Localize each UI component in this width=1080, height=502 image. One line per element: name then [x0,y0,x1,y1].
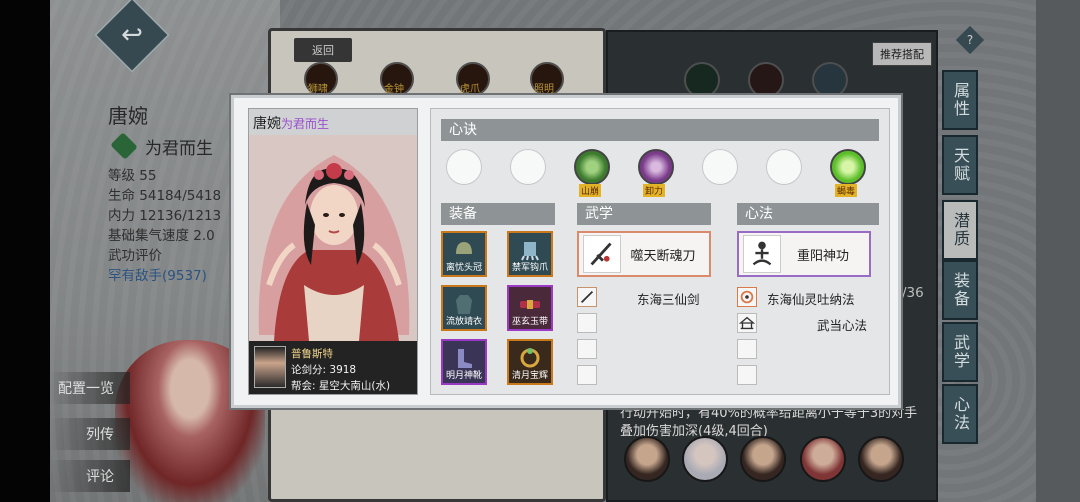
martial-slot-empty[interactable] [577,365,597,385]
guild-value: 星空大南山(水) [318,380,391,392]
xinfa-header: 心法 [737,203,879,225]
xinjue-header: 心诀 [441,119,879,141]
equipment-header: 装备 [441,203,555,225]
xinfa-main-slot[interactable]: 重阳神功 [737,231,871,277]
guild-row: 帮会: 星空大南山(水) [291,378,390,393]
loadout-popup: 唐婉为君而生 普鲁斯特 论剑分: 3918 帮会: 星空大南山(水) 心诀 山崩… [231,95,901,408]
xinjue-label: 卸力 [643,184,666,197]
skull-icon[interactable] [830,149,866,185]
sword-icon[interactable] [577,287,597,307]
equip-label: 清月宝辉 [511,371,548,381]
card-character-name: 唐婉 [253,116,281,132]
player-info: 普鲁斯特 论剑分: 3918 帮会: 星空大南山(水) [249,341,417,394]
card-header: 唐婉为君而生 [253,113,329,133]
equip-label: 巫玄玉带 [511,317,548,327]
game-screen: ↩ 唐婉 为君而生 等级 55 生命 54184/5418 内力 12136/1… [0,0,1080,502]
equip-label: 流放靖衣 [445,317,482,327]
swirl-icon[interactable] [638,149,674,185]
blade-icon [583,235,621,273]
xinfa-slot-empty[interactable] [737,365,757,385]
sword-score-value: 3918 [329,364,357,376]
equip-label: 离忧头冠 [445,263,482,273]
character-card: 唐婉为君而生 普鲁斯特 论剑分: 3918 帮会: 星空大南山(水) [248,108,418,395]
equip-label: 明月神靴 [445,371,482,381]
character-illustration [249,135,417,341]
xinfa-main-label: 重阳神功 [796,248,849,264]
equip-slot-robe[interactable]: 流放靖衣 [441,285,487,331]
helmet-icon [456,242,472,254]
martial-slot-empty[interactable] [577,339,597,359]
mountain-icon[interactable] [574,149,610,185]
meditation-icon [743,235,781,273]
martial-main-slot[interactable]: 噬天断魂刀 [577,231,711,277]
equip-slot-boots[interactable]: 明月神靴 [441,339,487,385]
sword-score-label: 论剑分: [291,364,327,376]
wave-emblem-icon[interactable] [737,287,757,307]
equip-label: 禁军钩爪 [511,263,548,273]
martial-slot-empty[interactable] [577,313,597,333]
guild-label: 帮会: [291,380,316,392]
xinjue-slot-empty[interactable] [510,149,546,185]
equip-slot-claw[interactable]: 禁军钩爪 [507,231,553,277]
player-avatar [254,346,286,388]
martial-skill-label: 东海三仙剑 [637,292,700,307]
temple-icon[interactable] [737,313,757,333]
xinjue-label: 山崩 [579,184,602,197]
xinjue-slot-empty[interactable] [766,149,802,185]
claw-icon [521,242,539,261]
xinfa-skill-label: 东海仙灵吐纳法 [767,292,855,307]
xinfa-skill-label: 武当心法 [817,318,868,333]
card-character-title: 为君而生 [281,117,330,131]
boots-icon [458,349,472,368]
equip-slot-helmet[interactable]: 离忧头冠 [441,231,487,277]
xinjue-label: 蝎毒 [835,184,858,197]
loadout-details: 心诀 山崩 卸力 蝎毒 装备 离忧头冠 禁军钩爪 流放靖衣 巫玄玉带 明月神靴 … [430,108,890,395]
xinjue-slot-empty[interactable] [446,149,482,185]
robe-icon [456,295,472,314]
equip-slot-belt[interactable]: 巫玄玉带 [507,285,553,331]
xinjue-slot-empty[interactable] [702,149,738,185]
martial-main-label: 噬天断魂刀 [630,248,696,264]
player-name: 普鲁斯特 [291,348,333,360]
xinfa-slot-empty[interactable] [737,339,757,359]
ring-icon [520,348,540,368]
martial-header: 武学 [577,203,711,225]
equip-slot-ring[interactable]: 清月宝辉 [507,339,553,385]
sword-score-row: 论剑分: 3918 [291,362,356,377]
belt-icon [520,300,540,309]
